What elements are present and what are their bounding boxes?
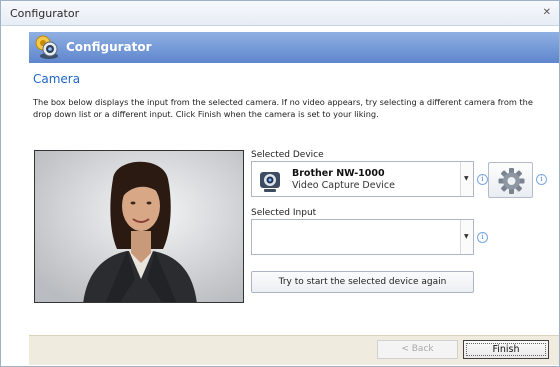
input-info-icon[interactable]: i	[477, 232, 488, 243]
webcam-icon	[35, 35, 58, 59]
device-settings-button[interactable]	[488, 162, 533, 198]
person-photo	[35, 151, 243, 302]
input-dropdown[interactable]: ▼	[251, 219, 474, 255]
configurator-window: Configurator ✕ Configurator Camera The b…	[0, 0, 560, 367]
webcam-icon	[260, 172, 280, 192]
chevron-down-icon[interactable]: ▼	[460, 220, 473, 254]
window-title: Configurator	[10, 7, 80, 20]
selected-device-label: Selected Device	[251, 150, 324, 160]
device-type: Video Capture Device	[292, 180, 395, 191]
finish-button[interactable]: Finish	[463, 340, 549, 359]
back-button[interactable]: < Back	[377, 340, 458, 359]
settings-info-icon[interactable]: i	[536, 174, 547, 185]
device-info-icon[interactable]: i	[477, 174, 488, 185]
chevron-down-icon[interactable]: ▼	[460, 162, 473, 196]
footer-bar: < Back Finish	[29, 335, 559, 365]
title-bar[interactable]: Configurator ✕	[1, 1, 559, 26]
selected-input-label: Selected Input	[251, 208, 317, 218]
header-banner: Configurator	[29, 32, 559, 63]
banner-title: Configurator	[66, 40, 152, 54]
instructions-text: The box below displays the input from th…	[33, 97, 533, 119]
camera-preview	[34, 150, 244, 303]
retry-device-button[interactable]: Try to start the selected device again	[251, 271, 474, 293]
device-name: Brother NW-1000	[292, 168, 385, 179]
device-dropdown[interactable]: Brother NW-1000 Video Capture Device ▼	[251, 161, 474, 197]
close-icon[interactable]: ✕	[543, 8, 551, 18]
page-title: Camera	[33, 72, 81, 86]
gear-icon	[498, 168, 525, 194]
